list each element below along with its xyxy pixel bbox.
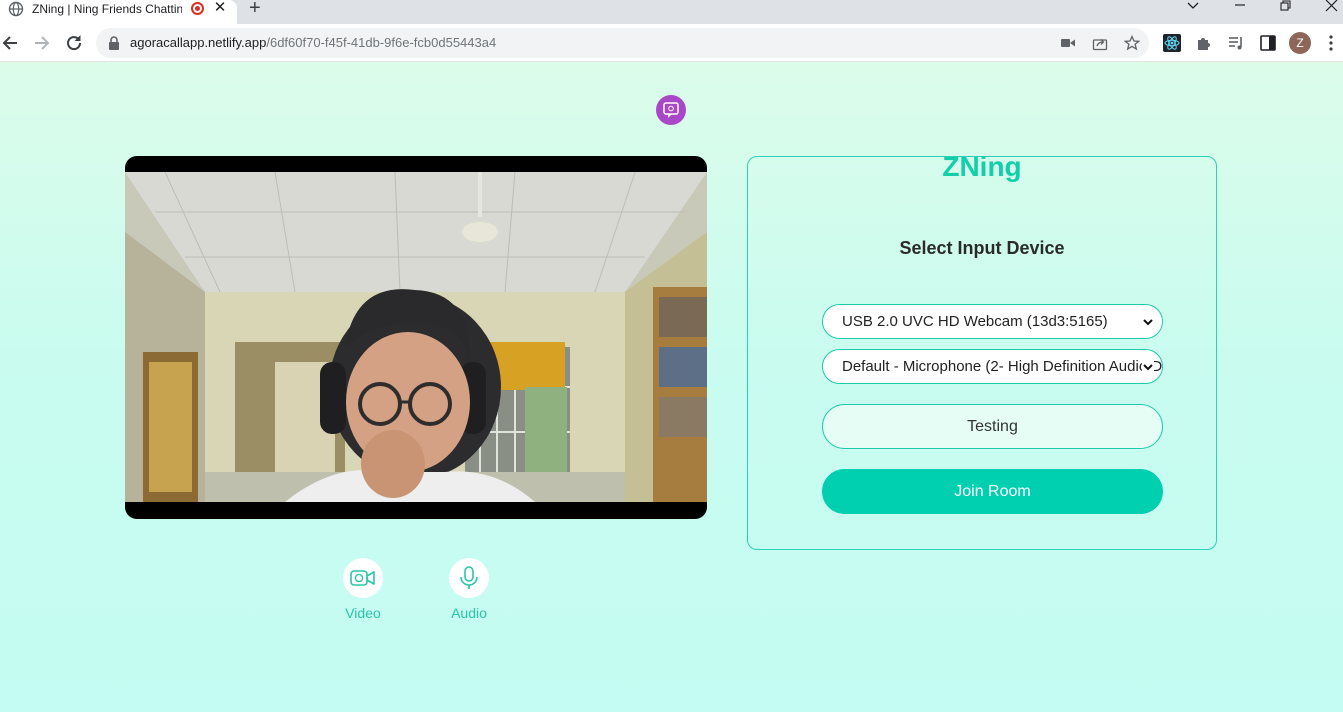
side-panel-icon[interactable] (1259, 34, 1277, 52)
video-toggle[interactable]: Video (343, 558, 383, 621)
address-bar[interactable]: agoracallapp.netlify.app/6df60f70-f45f-4… (96, 28, 1149, 58)
microphone-select-value: Default - Microphone (2- High Definition… (842, 358, 1163, 375)
share-icon[interactable] (1092, 35, 1108, 51)
react-extension-icon[interactable] (1163, 34, 1181, 52)
close-icon[interactable] (1324, 0, 1338, 14)
page-title: Select Input Device (899, 238, 1065, 258)
browser-tab[interactable]: ZNing | Ning Friends Chatting ✕ (0, 0, 237, 24)
audio-toggle-button[interactable] (449, 558, 489, 598)
camera-preview (125, 156, 707, 519)
camera-select-value: USB 2.0 UVC HD Webcam (13d3:5165) (842, 313, 1108, 330)
chevron-down-icon[interactable] (1186, 0, 1200, 14)
forward-icon[interactable] (31, 32, 53, 54)
star-icon[interactable] (1124, 35, 1140, 51)
webcam-video-feed (125, 172, 707, 502)
media-icon[interactable] (1227, 34, 1245, 52)
camera-select[interactable]: USB 2.0 UVC HD Webcam (13d3:5165) (822, 304, 1163, 339)
page-content: Video Audio ZNing Select Input Device US… (0, 62, 1343, 712)
video-camera-icon (350, 570, 375, 586)
tab-title: ZNing | Ning Friends Chatting (32, 2, 182, 16)
browser-toolbar: agoracallapp.netlify.app/6df60f70-f45f-4… (0, 24, 1343, 62)
testing-button[interactable]: Testing (822, 404, 1163, 449)
camera-icon[interactable] (1060, 35, 1076, 51)
device-select-card: ZNing Select Input Device USB 2.0 UVC HD… (747, 151, 1217, 550)
url-path: /6df60f70-f45f-41db-9f6e-fcb0d55443a4 (266, 35, 497, 50)
join-room-button[interactable]: Join Room (822, 469, 1163, 514)
audio-toggle[interactable]: Audio (449, 558, 489, 621)
reload-icon[interactable] (63, 32, 85, 54)
record-icon (191, 2, 204, 15)
minimize-icon[interactable] (1233, 0, 1247, 14)
chevron-down-icon (1142, 316, 1154, 328)
back-icon[interactable] (0, 32, 22, 54)
globe-icon (8, 1, 24, 17)
puzzle-icon[interactable] (1195, 34, 1213, 52)
url-host: agoracallapp.netlify.app (130, 35, 267, 50)
tab-strip: ZNing | Ning Friends Chatting ✕ + (0, 0, 1343, 24)
avatar[interactable]: Z (1289, 32, 1311, 54)
kebab-icon[interactable] (1326, 34, 1336, 52)
close-icon[interactable]: ✕ (212, 0, 228, 16)
lock-icon[interactable] (108, 36, 120, 50)
url-text: agoracallapp.netlify.app/6df60f70-f45f-4… (130, 35, 496, 51)
video-label: Video (345, 605, 381, 621)
audio-label: Audio (451, 605, 487, 621)
chevron-down-icon (1142, 361, 1154, 373)
microphone-select[interactable]: Default - Microphone (2- High Definition… (822, 349, 1163, 384)
video-toggle-button[interactable] (343, 558, 383, 598)
restore-icon[interactable] (1279, 0, 1293, 14)
microphone-icon (460, 566, 478, 589)
brand-title: ZNing (942, 151, 1022, 182)
chat-logo-icon (656, 95, 686, 125)
plus-icon[interactable]: + (249, 0, 261, 18)
